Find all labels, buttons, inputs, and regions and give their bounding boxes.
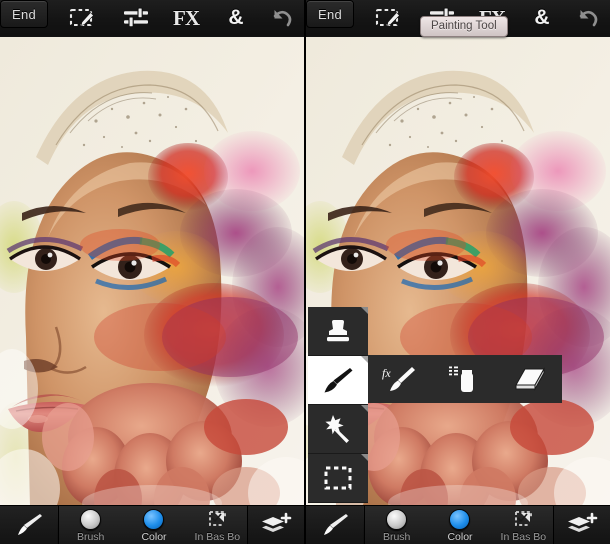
sliders-glyph [124, 7, 148, 28]
edit-selection-icon[interactable] [363, 0, 413, 36]
blend-ampersand-button[interactable]: & [520, 0, 564, 36]
panel-before: End FX & Brush Color In Bas Bo [0, 0, 304, 544]
top-toolbar-left: End FX & [0, 0, 304, 38]
add-layer-button[interactable] [247, 506, 304, 544]
brush-knob [80, 509, 102, 530]
brush-label: Brush [382, 531, 411, 543]
fx-button[interactable]: FX [160, 0, 212, 36]
marquee-icon [324, 466, 352, 490]
bottom-toolbar-right: Brush Color In Bas Bo [306, 505, 610, 544]
tool-palette-overlay: Painting Tool fx [306, 0, 610, 544]
adjustments-sliders-icon[interactable] [112, 0, 160, 36]
edit-selection-glyph [69, 8, 94, 27]
edit-selection-icon[interactable] [57, 0, 107, 36]
painting-tool[interactable] [308, 356, 368, 405]
color-label: Color [447, 531, 473, 543]
bottom-toolbar-left: Brush Color In Bas Bo [0, 505, 304, 544]
undo-glyph [579, 10, 598, 27]
edit-selection-glyph [375, 8, 400, 27]
stamp-tool[interactable] [308, 307, 368, 356]
blend-mode-control[interactable]: In Bas Bo [186, 506, 249, 544]
panel-after: Painting Tool fx End & Brush Color In Ba… [306, 0, 610, 544]
artwork-illustration [0, 37, 304, 506]
canvas-artwork-left[interactable] [0, 37, 304, 506]
blend-ampersand-button[interactable]: & [214, 0, 258, 36]
active-brush-button[interactable] [0, 506, 57, 544]
fx-brush-icon: fx [382, 366, 416, 391]
eraser-icon [514, 367, 545, 391]
ampersand-label: & [534, 6, 550, 29]
color-knob [449, 509, 471, 530]
tooltip-painting-tool: Painting Tool [420, 16, 508, 37]
spray-can-icon [449, 366, 473, 392]
brush-options-group: Brush Color In Bas Bo [364, 506, 556, 544]
undo-glyph [273, 10, 292, 27]
submenu-corner-icon [361, 307, 368, 314]
brush-label: Brush [76, 531, 105, 543]
active-brush-button[interactable] [306, 506, 363, 544]
brush-size-control[interactable]: Brush [365, 506, 428, 544]
paintbrush-icon [323, 514, 348, 535]
magic-wand-icon [325, 415, 349, 443]
add-layer-icon [262, 512, 292, 532]
color-label: Color [141, 531, 167, 543]
undo-icon[interactable] [260, 0, 304, 36]
fx-label: FX [173, 5, 200, 30]
tool-palette-column [308, 307, 368, 503]
color-control[interactable]: Color [428, 506, 491, 544]
selection-marquee-tool[interactable] [308, 454, 368, 503]
submenu-corner-icon [361, 454, 368, 461]
submenu-corner-icon [361, 356, 368, 363]
app-screen: End FX & Brush Color In Bas Bo Painting … [0, 0, 610, 544]
paintbrush-icon [324, 368, 353, 393]
brush-size-control[interactable]: Brush [59, 506, 122, 544]
blend-mode-label: In Bas Bo [194, 531, 241, 543]
paintbrush-icon [17, 514, 42, 535]
fx-brush-tool[interactable]: fx [368, 355, 433, 403]
add-layer-icon [568, 512, 598, 532]
undo-icon[interactable] [566, 0, 610, 36]
blend-mode-label: In Bas Bo [500, 531, 547, 543]
blend-mode-control[interactable]: In Bas Bo [492, 506, 555, 544]
brush-options-group: Brush Color In Bas Bo [58, 506, 250, 544]
tool-palette-row: fx [368, 355, 562, 403]
magic-wand-tool[interactable] [308, 405, 368, 454]
eraser-tool[interactable] [497, 355, 562, 403]
end-button[interactable]: End [0, 0, 48, 28]
blend-mode-icon [208, 511, 226, 526]
color-knob [143, 509, 165, 530]
add-layer-button[interactable] [553, 506, 610, 544]
ampersand-label: & [228, 6, 244, 29]
blend-mode-icon [514, 511, 532, 526]
stamp-icon [327, 320, 349, 342]
submenu-corner-icon [361, 405, 368, 412]
color-control[interactable]: Color [122, 506, 185, 544]
brush-knob [386, 509, 408, 530]
svg-text:fx: fx [382, 366, 391, 380]
spray-can-tool[interactable] [433, 355, 498, 403]
end-button[interactable]: End [306, 0, 354, 28]
